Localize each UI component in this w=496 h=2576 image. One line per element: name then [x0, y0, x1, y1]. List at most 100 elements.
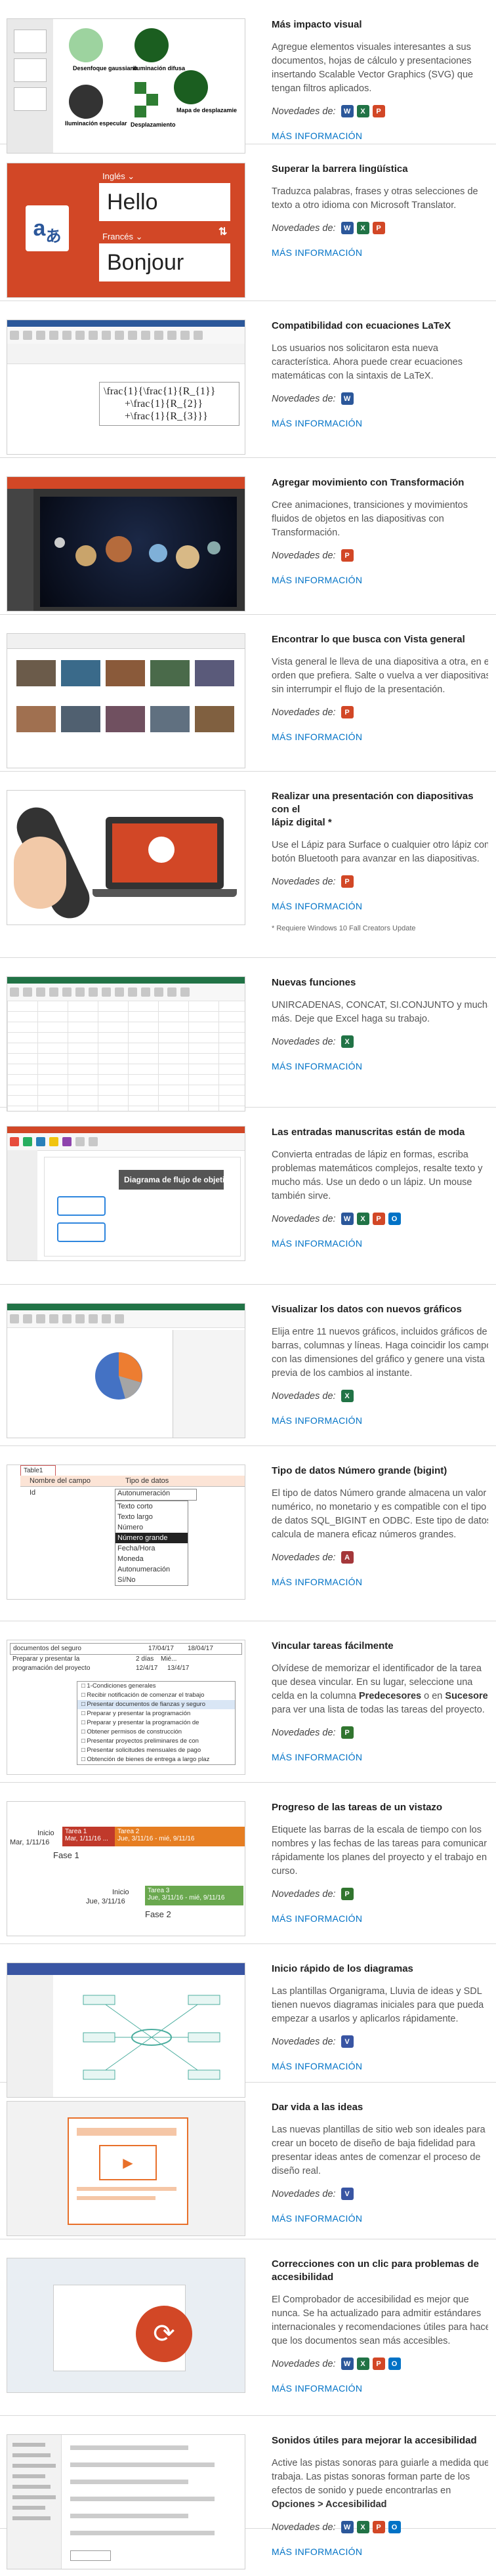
feature-description: Las nuevas plantillas de sitio web son i… — [272, 2125, 486, 2176]
brainstorm-diagram — [83, 1995, 220, 2080]
start2-date: Jue, 3/11/16 — [86, 1898, 125, 1905]
feature-text: Correcciones con un clic para problemas … — [272, 2258, 488, 2394]
new-charts-thumbnail — [7, 1303, 245, 1438]
feature-title: Encontrar lo que busca con Vista general — [272, 634, 465, 645]
mas-informacion-link[interactable]: MÁS INFORMACIÓN — [272, 732, 488, 742]
accessibility-icon: ⟳ — [136, 2306, 192, 2362]
powerpoint-icon: P — [372, 105, 385, 117]
lang-from-box: Hello — [99, 183, 230, 221]
feature-title: Nuevas funciones — [272, 977, 356, 988]
novedades-label: Novedades de: — [272, 1213, 336, 1224]
mas-informacion-link[interactable]: MÁS INFORMACIÓN — [272, 2061, 488, 2071]
lang-to-box: Bonjour — [99, 243, 230, 281]
powerpoint-icon: P — [341, 549, 354, 562]
outlook-icon: O — [388, 2521, 401, 2533]
feature-description: Olvídese de memorizar el identificador d… — [272, 1663, 488, 1715]
novedades-label: Novedades de: — [272, 550, 336, 561]
swap-icon: ⇅ — [218, 226, 228, 238]
mas-informacion-link[interactable]: MÁS INFORMACIÓN — [272, 2383, 488, 2394]
planets-illustration — [54, 536, 220, 569]
word-icon: W — [341, 222, 354, 234]
mas-informacion-link[interactable]: MÁS INFORMACIÓN — [272, 901, 488, 911]
task1-date: Mar, 1/11/16 ... — [65, 1835, 108, 1842]
feature-item: documentos del seguro 17/04/17 18/04/17 Pr… — [0, 1621, 496, 1783]
diagram-quickstart-thumbnail — [7, 1963, 245, 2098]
feature-title: Agregar movimiento con Transformación — [272, 477, 465, 488]
project-icon: P — [341, 1726, 354, 1739]
novedades-label: Novedades de: — [272, 1390, 336, 1402]
novedades-label: Novedades de: — [272, 106, 336, 117]
translator-icon: aあ — [26, 205, 69, 251]
excel-icon: X — [341, 1035, 354, 1048]
novedades-row: Novedades de: W X P O — [272, 2358, 488, 2370]
mas-informacion-link[interactable]: MÁS INFORMACIÓN — [272, 247, 488, 258]
feature-description: Vista general le lleva de una diapositiv… — [272, 657, 488, 695]
feature-text: Vincular tareas fácilmente Olvídese de me… — [272, 1640, 488, 1762]
feature-text: Más impacto visual Agregue elementos visu… — [272, 18, 488, 141]
field-type: Autonumeración — [115, 1489, 197, 1501]
mas-informacion-link[interactable]: MÁS INFORMACIÓN — [272, 2546, 488, 2557]
word-icon: W — [341, 1213, 354, 1225]
feature-item: aあ Inglés ⌄ Hello ⇅ Francés ⌄ Bonjour Sup… — [0, 144, 496, 301]
mas-informacion-link[interactable]: MÁS INFORMACIÓN — [272, 131, 488, 141]
mas-informacion-link[interactable]: MÁS INFORMACIÓN — [272, 418, 488, 428]
start2-label: Inicio — [112, 1888, 129, 1896]
feature-description: Traduzca palabras, frases y otras selecc… — [272, 186, 478, 211]
ink-diagram-title: Diagrama de flujo de objetivos — [124, 1175, 239, 1184]
novedades-row: Novedades de: W X P O — [272, 2521, 488, 2533]
feature-text: Realizar una presentación con diapositiv… — [272, 790, 488, 932]
novedades-row: Novedades de: W — [272, 392, 488, 405]
novedades-label: Novedades de: — [272, 707, 336, 718]
feature-title: Inicio rápido de los diagramas — [272, 1963, 413, 1974]
feature-text: Agregar movimiento con Transformación Cre… — [272, 476, 488, 585]
powerpoint-icon: P — [372, 2521, 385, 2533]
bigint-thumbnail: Table1 Nombre del campo Tipo de datos Id… — [7, 1465, 245, 1600]
novedades-row: Novedades de: W X P O — [272, 1213, 488, 1225]
excel-icon: X — [341, 1390, 354, 1402]
feature-text: Sonidos útiles para mejorar la accesibil… — [272, 2434, 488, 2557]
feature-text: Encontrar lo que busca con Vista general… — [272, 633, 488, 742]
feature-item: Inicio rápido de los diagramas Las planti… — [0, 1944, 496, 2098]
task3-date: Jue, 3/11/16 - mié, 9/11/16 — [148, 1894, 225, 1901]
feature-footnote: * Requiere Windows 10 Fall Creators Upda… — [272, 924, 416, 932]
mas-informacion-link[interactable]: MÁS INFORMACIÓN — [272, 1913, 488, 1924]
feature-item: Table1 Nombre del campo Tipo de datos Id… — [0, 1446, 496, 1621]
novedades-row: Novedades de: X — [272, 1390, 488, 1402]
feature-item: Encontrar lo que busca con Vista general… — [0, 615, 496, 772]
ink-thumbnail: Diagrama de flujo de objetivos — [7, 1126, 245, 1261]
mas-informacion-link[interactable]: MÁS INFORMACIÓN — [272, 1577, 488, 1587]
mas-informacion-link[interactable]: MÁS INFORMACIÓN — [272, 1061, 488, 1071]
task2-label: Tarea 2 — [117, 1828, 140, 1835]
feature-title: Tipo de datos Número grande (bigint) — [272, 1465, 447, 1476]
link-header: documentos del seguro 17/04/17 18/04/17 — [10, 1643, 242, 1655]
mas-informacion-link[interactable]: MÁS INFORMACIÓN — [272, 575, 488, 585]
word-icon: W — [341, 392, 354, 405]
project-icon: P — [341, 1888, 354, 1900]
access-icon: A — [341, 1551, 354, 1564]
excel-icon: X — [356, 2521, 369, 2533]
feature-item: Agregar movimiento con Transformación Cre… — [0, 458, 496, 615]
visio-icon: V — [341, 2188, 354, 2200]
mas-informacion-link[interactable]: MÁS INFORMACIÓN — [272, 1752, 488, 1762]
latex-equation: \frac{1}{\frac{1}{R_{1}} +\frac{1}{R_{2}}… — [99, 382, 239, 426]
mas-informacion-link[interactable]: MÁS INFORMACIÓN — [272, 1415, 488, 1426]
feature-item: Visualizar los datos con nuevos gráficos… — [0, 1285, 496, 1446]
phase1-label: Fase 1 — [53, 1850, 79, 1860]
feature-title: Dar vida a las ideas — [272, 2102, 363, 2113]
mas-informacion-link[interactable]: MÁS INFORMACIÓN — [272, 1238, 488, 1249]
feature-item: Diagrama de flujo de objetivos Las entra… — [0, 1108, 496, 1285]
novedades-row: Novedades de: W X P — [272, 222, 488, 234]
feature-title: Las entradas manuscritas están de moda — [272, 1127, 465, 1138]
feature-description: El tipo de datos Número grande almacena … — [272, 1488, 488, 1540]
feature-title: Más impacto visual — [272, 19, 362, 30]
novedades-row: Novedades de: V — [272, 2188, 488, 2200]
table-tab: Table1 — [20, 1465, 56, 1476]
mas-informacion-link[interactable]: MÁS INFORMACIÓN — [272, 2213, 488, 2224]
feature-text: Inicio rápido de los diagramas Las planti… — [272, 1963, 488, 2071]
novedades-label: Novedades de: — [272, 1552, 336, 1563]
wireframe-thumbnail: ▶ — [7, 2101, 245, 2236]
feature-description: Etiquete las barras de la escala de tiem… — [272, 1825, 487, 1877]
feature-title: Progreso de las tareas de un vistazo — [272, 1802, 443, 1813]
feature-item: Desenfoque gaussiano Iluminación difusa … — [0, 0, 496, 154]
task1-label: Tarea 1 — [65, 1828, 87, 1835]
